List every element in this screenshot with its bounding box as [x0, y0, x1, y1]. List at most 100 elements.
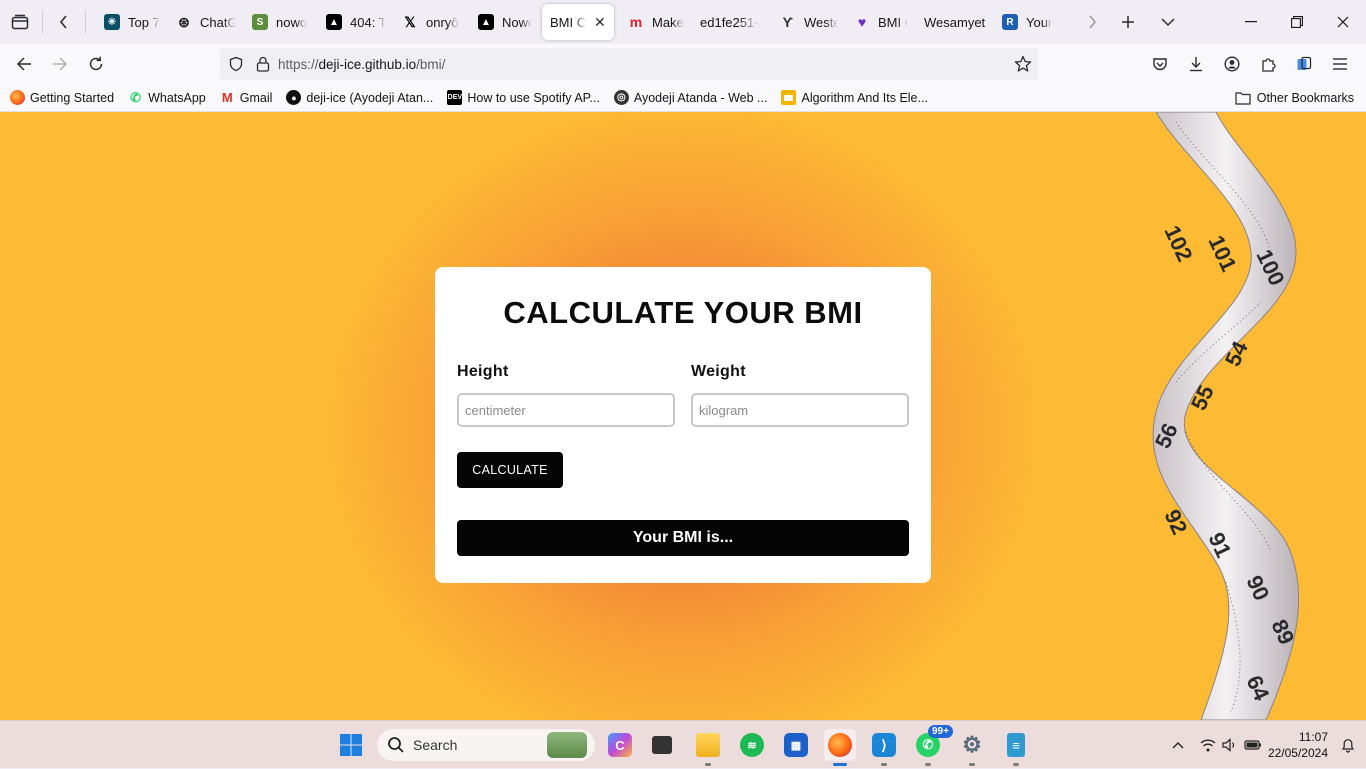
calculate-button[interactable]: CALCULATE	[457, 452, 563, 488]
search-placeholder: Search	[413, 737, 458, 753]
minimize-icon[interactable]	[1228, 0, 1274, 44]
list-all-tabs-icon[interactable]	[1150, 6, 1186, 38]
spotify-icon: ≋	[740, 733, 764, 757]
bookmark-label: deji-ice (Ayodeji Atan...	[306, 90, 434, 105]
url-path: /bmi/	[416, 56, 446, 72]
tab-label: Make	[652, 14, 684, 30]
tab-nowo-shopify[interactable]: S nowo	[244, 4, 318, 40]
bookmark-label: Gmail	[239, 90, 273, 105]
pocket-icon[interactable]	[1142, 48, 1178, 80]
account-icon[interactable]	[1214, 48, 1250, 80]
running-indicator	[925, 763, 931, 766]
back-icon[interactable]	[6, 48, 42, 80]
page-title: CALCULATE YOUR BMI	[503, 295, 863, 330]
task-view-button[interactable]	[646, 729, 678, 761]
height-label: Height	[457, 363, 509, 380]
volume-icon[interactable]	[1222, 738, 1238, 752]
notifications-icon[interactable]	[1340, 737, 1356, 753]
bookmark-label: Getting Started	[30, 90, 115, 105]
tab-label: ed1fe251-	[700, 14, 759, 30]
page-content: 102 101 100 54 55 56 92 91 90 89 64 CALC…	[0, 112, 1366, 720]
bookmark-getting-started[interactable]: Getting Started	[0, 90, 120, 105]
wifi-icon[interactable]	[1200, 738, 1216, 752]
close-icon[interactable]: ✕	[594, 14, 606, 31]
extensions-icon[interactable]	[1250, 48, 1286, 80]
lock-icon[interactable]	[256, 56, 270, 72]
running-indicator	[881, 763, 887, 766]
store-button[interactable]: ▦	[780, 729, 812, 761]
tab-divider	[85, 10, 86, 34]
tracking-protection-icon[interactable]	[228, 56, 244, 72]
bookmark-gmail[interactable]: M Gmail	[212, 90, 279, 105]
tab-404[interactable]: ▲ 404: T	[318, 4, 394, 40]
spotify-button[interactable]: ≋	[736, 729, 768, 761]
file-explorer-button[interactable]	[692, 729, 724, 766]
reload-icon[interactable]	[78, 48, 114, 80]
forward-icon[interactable]	[42, 48, 78, 80]
url-text[interactable]: https://deji-ice.github.io/bmi/	[278, 57, 445, 72]
tab-chatgpt[interactable]: ⊛ ChatG	[168, 4, 244, 40]
folder-icon	[1235, 92, 1251, 105]
other-bookmarks[interactable]: Other Bookmarks	[1235, 84, 1354, 112]
weight-label: Weight	[691, 363, 746, 380]
copilot-button[interactable]: C	[604, 729, 636, 761]
weight-field: Weight	[691, 363, 909, 427]
whatsapp-button[interactable]: ✆ 99+	[912, 725, 953, 766]
tab-top7[interactable]: ✳ Top 7	[96, 4, 168, 40]
windows-taskbar: Search C ≋ ▦ ⟩ ✆ 99+ ⚙ ≡ 11:07 22/05/2024	[0, 720, 1366, 768]
tab-ed1fe251[interactable]: ed1fe251-	[692, 4, 772, 40]
bookmark-whatsapp[interactable]: ✆ WhatsApp	[120, 90, 212, 105]
notification-badge: 99+	[928, 725, 953, 738]
bookmark-github[interactable]: ● deji-ice (Ayodeji Atan...	[278, 90, 439, 105]
url-prefix: https://	[278, 56, 319, 72]
tab-make[interactable]: m Make	[620, 4, 692, 40]
show-hidden-icons-icon[interactable]	[1172, 741, 1184, 749]
folder-icon	[696, 733, 720, 757]
bmi-result: Your BMI is...	[457, 520, 909, 556]
tab-nowo[interactable]: ▲ Nowo	[470, 4, 540, 40]
bookmark-ayodeji-web[interactable]: ◎ Ayodeji Atanda - Web ...	[606, 90, 774, 105]
tab-label: Wesamyet	[924, 14, 986, 30]
western-icon: Ƴ	[782, 14, 794, 30]
firefox-button[interactable]	[824, 729, 856, 766]
tab-bmi-calculator[interactable]: BMI Ca ✕	[542, 4, 614, 40]
new-tab-icon[interactable]	[1110, 6, 1146, 38]
tab-label: Your	[1026, 14, 1053, 30]
url-domain: deji-ice.github.io	[318, 56, 417, 72]
height-input[interactable]	[457, 393, 675, 427]
bookmark-star-icon[interactable]	[1014, 55, 1032, 73]
address-bar[interactable]: https://deji-ice.github.io/bmi/	[220, 48, 1038, 80]
tab-label: Weste	[804, 14, 838, 30]
start-button[interactable]	[335, 729, 367, 761]
scroll-tabs-left-icon[interactable]	[45, 6, 83, 38]
tab-your[interactable]: R Your	[994, 4, 1064, 40]
copilot-icon: C	[608, 733, 632, 757]
clock[interactable]: 11:07 22/05/2024	[1268, 729, 1328, 761]
tab-overview-icon[interactable]	[0, 6, 40, 38]
firefox-icon	[10, 90, 25, 105]
bookmark-spotify-api[interactable]: DEV How to use Spotify AP...	[439, 90, 605, 105]
weight-input[interactable]	[691, 393, 909, 427]
download-icon[interactable]	[1178, 48, 1214, 80]
tab-bmi-c[interactable]: ♥ BMI C	[846, 4, 916, 40]
menu-icon[interactable]	[1322, 48, 1358, 80]
notepad-button[interactable]: ≡	[1000, 729, 1032, 766]
tab-onryo[interactable]: 𝕏 onryō	[394, 4, 470, 40]
running-indicator	[705, 763, 711, 766]
tab-wesamyet[interactable]: Wesamyet	[916, 4, 994, 40]
tab-label: 404: T	[350, 14, 386, 30]
bookmark-algorithm[interactable]: Algorithm And Its Ele...	[773, 90, 933, 105]
scroll-tabs-right-icon[interactable]	[1074, 6, 1110, 38]
restore-icon[interactable]	[1274, 0, 1320, 44]
vscode-button[interactable]: ⟩	[868, 729, 900, 766]
tab-western[interactable]: Ƴ Weste	[772, 4, 846, 40]
close-window-icon[interactable]	[1320, 0, 1366, 44]
settings-button[interactable]: ⚙	[956, 729, 988, 766]
firefox-icon	[828, 733, 852, 757]
taskbar-search[interactable]: Search	[377, 729, 595, 761]
make-icon: m	[629, 14, 643, 30]
search-icon	[388, 737, 404, 753]
other-bookmarks-label: Other Bookmarks	[1256, 91, 1354, 105]
container-tabs-icon[interactable]	[1286, 48, 1322, 80]
battery-icon[interactable]	[1244, 739, 1262, 751]
